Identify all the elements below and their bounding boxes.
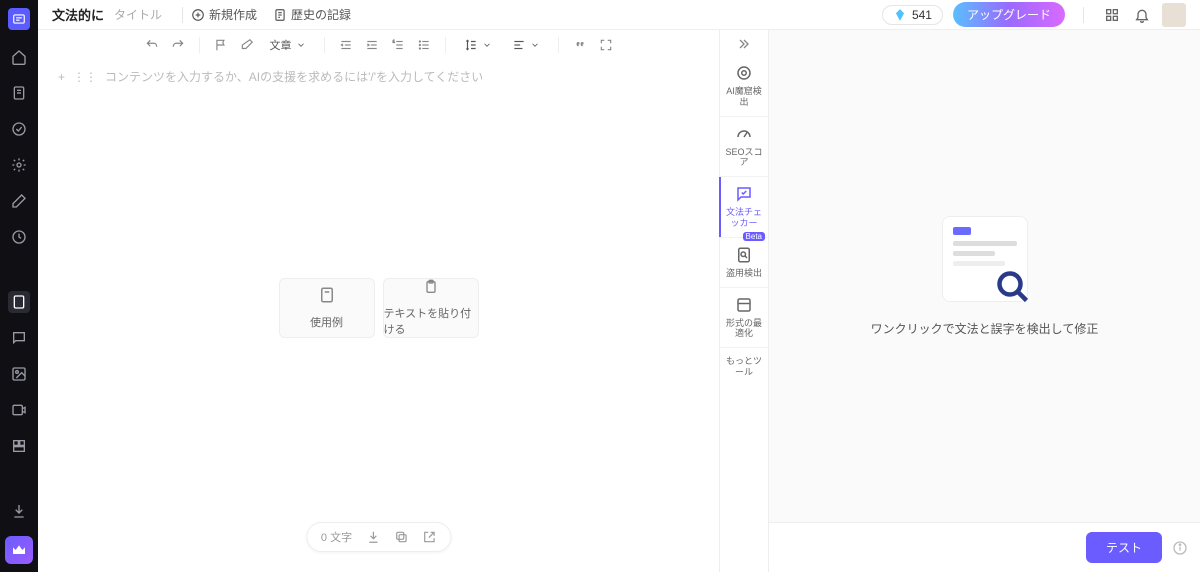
- chat-check-icon: [735, 185, 753, 203]
- page-title: 文法的に: [52, 5, 104, 24]
- nav-template-icon[interactable]: [8, 435, 30, 457]
- gauge-icon: [735, 125, 753, 143]
- nav-document-active-icon[interactable]: [8, 291, 30, 313]
- nav-home-icon[interactable]: [8, 46, 30, 68]
- rail-seo[interactable]: SEOスコア: [720, 117, 768, 178]
- chevron-down-icon: [530, 40, 540, 50]
- line-height-dropdown[interactable]: [458, 38, 498, 52]
- editor-area[interactable]: + ⋮⋮ コンテンツを入力するか、AIの支援を求めるには'/'を入力してください…: [38, 60, 719, 572]
- paste-card-label: テキストを貼り付ける: [384, 305, 478, 337]
- plus-circle-icon: [191, 8, 205, 22]
- nav-chat-icon[interactable]: [8, 327, 30, 349]
- grammar-illustration: [942, 216, 1028, 302]
- beta-badge: Beta: [743, 232, 765, 241]
- align-left-icon: [512, 38, 526, 52]
- example-card[interactable]: 使用例: [279, 278, 375, 338]
- example-card-label: 使用例: [310, 314, 343, 330]
- download-icon[interactable]: [8, 500, 30, 522]
- divider: [182, 7, 183, 23]
- credits-pill[interactable]: 541: [882, 5, 943, 25]
- app-logo[interactable]: [8, 8, 30, 30]
- nav-doc-icon[interactable]: [8, 82, 30, 104]
- text-style-label: 文章: [270, 37, 292, 53]
- test-button[interactable]: テスト: [1086, 532, 1162, 563]
- apps-grid-icon[interactable]: [1102, 7, 1122, 23]
- rail-format-label: 形式の最適化: [722, 318, 766, 340]
- avatar[interactable]: [1162, 3, 1186, 27]
- right-panel-description: ワンクリックで文法と誤字を検出して修正: [871, 320, 1099, 337]
- history-label: 歴史の記録: [291, 6, 351, 23]
- diamond-icon: [893, 8, 907, 22]
- download-icon[interactable]: [366, 530, 380, 544]
- external-icon[interactable]: [422, 530, 436, 544]
- redo-icon[interactable]: [169, 36, 187, 54]
- indent-icon[interactable]: [363, 36, 381, 54]
- magnifier-icon: [995, 269, 1031, 305]
- copy-icon[interactable]: [394, 530, 408, 544]
- paste-card[interactable]: テキストを貼り付ける: [383, 278, 479, 338]
- rail-more-label: もっとツール: [722, 356, 766, 378]
- layout-icon: [735, 296, 753, 314]
- nav-video-icon[interactable]: [8, 399, 30, 421]
- upgrade-button[interactable]: アップグレード: [953, 2, 1065, 27]
- fullscreen-icon[interactable]: [597, 36, 615, 54]
- text-style-dropdown[interactable]: 文章: [264, 37, 312, 53]
- char-count-value: 0 文字: [321, 529, 352, 545]
- credits-value: 541: [912, 8, 932, 22]
- undo-icon[interactable]: [143, 36, 161, 54]
- rail-plagiarism-label: 盗用検出: [726, 268, 762, 279]
- history-link[interactable]: 歴史の記録: [273, 6, 351, 23]
- rail-more[interactable]: もっとツール: [720, 348, 768, 386]
- rail-ai-detect-label: AI魔窟検出: [722, 86, 766, 108]
- outdent-icon[interactable]: [337, 36, 355, 54]
- rail-plagiarism[interactable]: Beta 盗用検出: [720, 238, 768, 288]
- rail-grammar-label: 文法チェッカー: [722, 207, 766, 229]
- new-document-label: 新規作成: [209, 6, 257, 23]
- collapse-rail-icon[interactable]: [720, 32, 768, 56]
- nav-check-icon[interactable]: [8, 118, 30, 140]
- add-block-icon[interactable]: +: [58, 70, 65, 84]
- history-doc-icon: [273, 8, 287, 22]
- align-dropdown[interactable]: [506, 38, 546, 52]
- rail-format[interactable]: 形式の最適化: [720, 288, 768, 349]
- chevron-down-icon: [296, 40, 306, 50]
- crown-premium-icon[interactable]: [5, 536, 33, 564]
- chevron-down-icon: [482, 40, 492, 50]
- target-icon: [735, 64, 753, 82]
- bullet-list-icon[interactable]: [415, 36, 433, 54]
- char-count-pill: 0 文字: [306, 522, 451, 552]
- nav-history-icon[interactable]: [8, 226, 30, 248]
- paste-icon: [422, 279, 440, 295]
- rail-ai-detect[interactable]: AI魔窟検出: [720, 56, 768, 117]
- rail-grammar[interactable]: 文法チェッカー: [720, 177, 768, 238]
- nav-pencil-icon[interactable]: [8, 190, 30, 212]
- divider: [1083, 7, 1084, 23]
- line-height-icon: [464, 38, 478, 52]
- editor-placeholder: コンテンツを入力するか、AIの支援を求めるには'/'を入力してください: [105, 68, 483, 85]
- info-icon[interactable]: [1172, 540, 1188, 556]
- example-doc-icon: [318, 286, 336, 304]
- ordered-list-icon[interactable]: 1: [389, 36, 407, 54]
- flag-icon[interactable]: [212, 36, 230, 54]
- rail-seo-label: SEOスコア: [722, 147, 766, 169]
- search-doc-icon: [735, 246, 753, 264]
- drag-handle-icon[interactable]: ⋮⋮: [73, 70, 97, 84]
- nav-image-icon[interactable]: [8, 363, 30, 385]
- eraser-icon[interactable]: [238, 36, 256, 54]
- svg-text:1: 1: [392, 40, 394, 44]
- new-document-link[interactable]: 新規作成: [191, 6, 257, 23]
- nav-gear-icon[interactable]: [8, 154, 30, 176]
- page-subtitle: タイトル: [114, 6, 162, 23]
- quote-icon[interactable]: [571, 36, 589, 54]
- bell-icon[interactable]: [1132, 7, 1152, 23]
